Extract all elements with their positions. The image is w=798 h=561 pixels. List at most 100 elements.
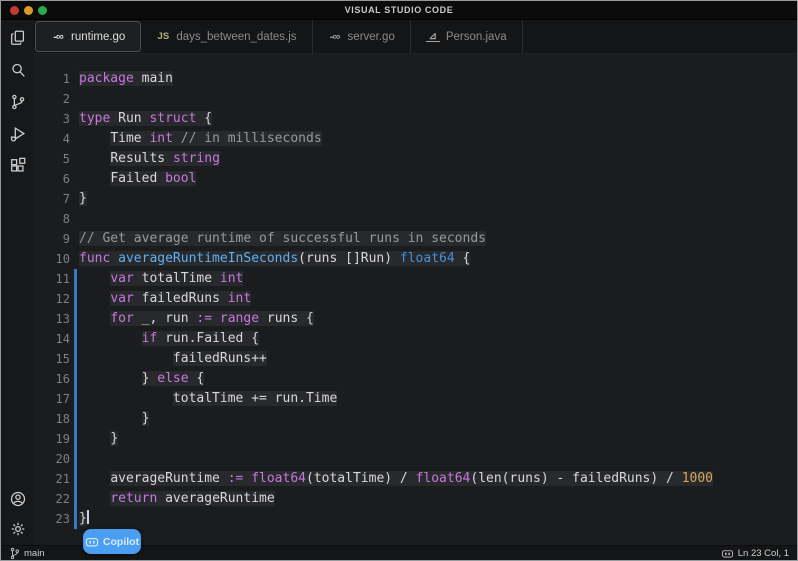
code-line-15[interactable]: 15 failedRuns++	[34, 349, 797, 369]
code-line-7[interactable]: 7}	[34, 189, 797, 209]
line-number: 15	[34, 349, 70, 369]
line-number: 17	[34, 389, 70, 409]
code-line-13[interactable]: 13 for _, run := range runs {	[34, 309, 797, 329]
cursor-position-item[interactable]: Ln 23 Col, 1	[721, 548, 789, 559]
line-content: }	[79, 509, 89, 529]
line-number: 6	[34, 169, 70, 189]
line-number: 22	[34, 489, 70, 509]
line-number: 5	[34, 149, 70, 169]
minimize-button[interactable]	[24, 6, 33, 15]
tab-label: Person.java	[446, 31, 507, 43]
line-content: if run.Failed {	[79, 329, 259, 349]
code-line-21[interactable]: 21 averageRuntime := float64(totalTime) …	[34, 469, 797, 489]
code-line-20[interactable]: 20	[34, 449, 797, 469]
line-number: 2	[34, 89, 70, 109]
code-line-19[interactable]: 19 }	[34, 429, 797, 449]
line-number: 12	[34, 289, 70, 309]
window-controls	[10, 1, 47, 19]
copilot-robot-icon	[85, 536, 99, 548]
line-content: type Run struct {	[79, 109, 212, 129]
code-line-18[interactable]: 18 }	[34, 409, 797, 429]
code-line-5[interactable]: 5 Results string	[34, 149, 797, 169]
code-line-23[interactable]: 23}	[34, 509, 797, 529]
window-title: Visual Studio Code	[345, 5, 454, 15]
gutter-modified-indicator	[74, 269, 77, 529]
tab-bar: -∞runtime.go JS days_between_dates.js -∞ ser…	[34, 20, 797, 54]
line-number: 23	[34, 509, 70, 529]
tab-server-go[interactable]: -∞ server.go	[313, 20, 411, 53]
line-number: 20	[34, 449, 70, 469]
line-number: 19	[34, 429, 70, 449]
line-content: var failedRuns int	[79, 289, 251, 309]
js-file-icon: JS	[156, 31, 170, 42]
code-line-16[interactable]: 16 } else {	[34, 369, 797, 389]
code-editor[interactable]: 1package main23type Run struct {4 Time i…	[34, 54, 797, 545]
line-content: Results string	[79, 149, 220, 169]
copilot-button[interactable]: Copilot	[83, 529, 141, 554]
tab-runtime-go[interactable]: -∞runtime.go	[35, 21, 141, 52]
search-icon[interactable]	[8, 60, 28, 80]
line-content: var totalTime int	[79, 269, 243, 289]
line-content: }	[79, 429, 118, 449]
line-content: return averageRuntime	[79, 489, 275, 509]
code-line-3[interactable]: 3type Run struct {	[34, 109, 797, 129]
line-content: }	[79, 409, 149, 429]
branch-status-item[interactable]: main	[9, 547, 45, 560]
line-number: 16	[34, 369, 70, 389]
line-number: 9	[34, 229, 70, 249]
line-number: 8	[34, 209, 70, 229]
line-number: 7	[34, 189, 70, 209]
code-line-17[interactable]: 17 totalTime += run.Time	[34, 389, 797, 409]
code-line-9[interactable]: 9// Get average runtime of successful ru…	[34, 229, 797, 249]
line-content: Time int // in milliseconds	[79, 129, 322, 149]
code-line-10[interactable]: 10 func averageRuntimeInSeconds(runs []Ru…	[34, 249, 797, 269]
accounts-icon[interactable]	[8, 489, 28, 509]
line-content: for _, run := range runs {	[79, 309, 314, 329]
line-number: 21	[34, 469, 70, 489]
code-line-22[interactable]: 22 return averageRuntime	[34, 489, 797, 509]
line-content: totalTime += run.Time	[79, 389, 337, 409]
copilot-robot-icon	[721, 548, 734, 559]
run-debug-icon[interactable]	[8, 124, 28, 144]
code-line-4[interactable]: 4 Time int // in milliseconds	[34, 129, 797, 149]
line-content: func averageRuntimeInSeconds(runs []Run)…	[79, 249, 470, 269]
git-branch-icon	[9, 547, 20, 560]
line-content: package main	[79, 69, 173, 89]
tab-days-between-dates-js[interactable]: JS days_between_dates.js	[141, 20, 312, 53]
tab-person-java[interactable]: ⊿Person.java	[411, 20, 523, 53]
maximize-button[interactable]	[38, 6, 47, 15]
code-line-1[interactable]: 1 package main	[34, 69, 797, 89]
line-number: 10	[34, 249, 70, 269]
line-content: } else {	[79, 369, 204, 389]
line-content: failedRuns++	[79, 349, 267, 369]
cursor-position: Ln 23 Col, 1	[738, 548, 789, 559]
line-number: 4	[34, 129, 70, 149]
line-number: 18	[34, 409, 70, 429]
line-number: 1	[34, 69, 70, 89]
code-line-12[interactable]: 12 var failedRuns int	[34, 289, 797, 309]
code-line-6[interactable]: 6 Failed bool	[34, 169, 797, 189]
title-bar: Visual Studio Code	[1, 1, 797, 20]
line-content: }	[79, 189, 87, 209]
branch-name: main	[24, 548, 45, 559]
extensions-icon[interactable]	[8, 156, 28, 176]
settings-gear-icon[interactable]	[8, 519, 28, 539]
line-number: 11	[34, 269, 70, 289]
code-line-2[interactable]: 2	[34, 89, 797, 109]
text-cursor	[87, 510, 89, 524]
line-content: averageRuntime := float64(totalTime) / f…	[79, 469, 713, 489]
line-number: 14	[34, 329, 70, 349]
source-control-icon[interactable]	[8, 92, 28, 112]
explorer-icon[interactable]	[8, 28, 28, 48]
line-number: 13	[34, 309, 70, 329]
code-line-8[interactable]: 8	[34, 209, 797, 229]
vscode-window: Visual Studio Code	[0, 0, 798, 561]
tab-label: server.go	[348, 31, 395, 43]
code-line-11[interactable]: 11 var totalTime int	[34, 269, 797, 289]
code-line-14[interactable]: 14 if run.Failed {	[34, 329, 797, 349]
activity-bar	[1, 20, 34, 545]
go-file-icon: -∞	[51, 31, 65, 43]
tab-label: days_between_dates.js	[176, 31, 296, 43]
close-button[interactable]	[10, 6, 19, 15]
go-file-icon: -∞	[328, 31, 342, 43]
